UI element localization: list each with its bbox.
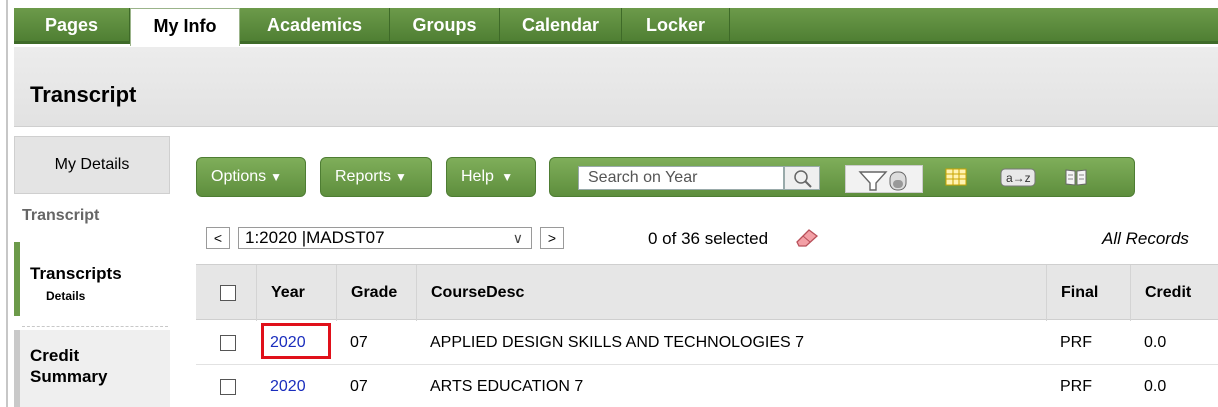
search-icon (794, 170, 812, 188)
tab-groups[interactable]: Groups (390, 8, 500, 44)
options-button[interactable]: Options ▼ (196, 157, 306, 197)
row-checkbox[interactable] (220, 335, 236, 351)
sidebar-divider (22, 326, 168, 327)
help-button[interactable]: Help ▼ (446, 157, 536, 197)
top-navigation: Pages My Info Academics Groups Calendar … (0, 0, 1218, 407)
grade-cell: 07 (350, 378, 368, 395)
sidebar-item-transcripts[interactable]: Transcripts Details (14, 242, 170, 316)
options-label: Options (211, 168, 267, 185)
record-select-value: 1:2020 |MADST07 (245, 228, 385, 247)
column-header-grade[interactable]: Grade (336, 265, 416, 321)
search-button[interactable] (784, 166, 820, 190)
highlight-box (261, 323, 331, 359)
sidebar-item-credit-summary[interactable]: Credit Summary (14, 330, 170, 407)
tab-academics[interactable]: Academics (240, 8, 390, 44)
sidebar-item-label: Credit Summary (30, 346, 108, 386)
previous-record-button[interactable]: < (206, 227, 230, 249)
transcript-table: Year Grade CourseDesc Final Credit 2020 … (196, 264, 1218, 407)
reports-label: Reports (335, 168, 392, 185)
book-icon[interactable] (1063, 165, 1089, 189)
filter-icon (858, 171, 907, 191)
record-select[interactable]: 1:2020 |MADST07 ∨ (238, 227, 532, 249)
eraser-icon[interactable] (791, 227, 821, 247)
page-title: Transcript (30, 82, 137, 107)
sidebar-section-heading: Transcript (22, 207, 100, 224)
select-all-checkbox[interactable] (220, 285, 236, 301)
year-link[interactable]: 2020 (256, 365, 306, 407)
search-input[interactable]: Search on Year (578, 166, 784, 190)
tab-locker[interactable]: Locker (622, 8, 730, 44)
sidebar-item-my-details[interactable]: My Details (14, 136, 170, 194)
tab-my-info[interactable]: My Info (130, 8, 240, 46)
table-row[interactable]: 2020 07 APPLIED DESIGN SKILLS AND TECHNO… (196, 321, 1218, 365)
tab-calendar[interactable]: Calendar (500, 8, 622, 44)
caret-down-icon: ▼ (270, 170, 283, 184)
course-desc-cell: ARTS EDUCATION 7 (430, 378, 584, 395)
selection-count: 0 of 36 selected (648, 229, 769, 248)
grade-cell: 07 (350, 334, 368, 351)
column-header-coursedesc[interactable]: CourseDesc (416, 265, 1046, 321)
credit-cell: 0.0 (1144, 334, 1167, 351)
caret-down-icon: ▼ (395, 170, 407, 184)
column-header-year[interactable]: Year (256, 265, 336, 321)
column-header-final[interactable]: Final (1046, 265, 1130, 321)
column-header-credit[interactable]: Credit (1130, 265, 1218, 321)
help-label: Help (461, 168, 494, 185)
next-record-button[interactable]: > (540, 227, 564, 249)
chevron-down-icon: ∨ (512, 230, 523, 246)
sidebar-item-label: Transcripts (30, 264, 122, 283)
records-filter-label[interactable]: All Records (1102, 229, 1189, 249)
caret-down-icon: ▼ (497, 170, 514, 184)
table-row[interactable]: 2020 07 ARTS EDUCATION 7 PRF 0.0 (196, 365, 1218, 407)
row-checkbox[interactable] (220, 379, 236, 395)
tab-pages[interactable]: Pages (14, 8, 130, 44)
sidebar-subitem-details[interactable]: Details (46, 289, 85, 303)
left-border (6, 0, 8, 407)
credit-cell: 0.0 (1144, 378, 1167, 395)
page-header: Transcript (14, 47, 1218, 127)
final-cell: PRF (1060, 334, 1092, 351)
table-header: Year Grade CourseDesc Final Credit (196, 264, 1218, 321)
svg-text:a→z: a→z (1006, 171, 1031, 185)
filter-button[interactable] (845, 165, 923, 193)
grid-icon[interactable] (944, 165, 968, 189)
course-desc-cell: APPLIED DESIGN SKILLS AND TECHNOLOGIES 7 (430, 334, 805, 351)
sort-az-icon[interactable]: a→z (1000, 165, 1036, 189)
final-cell: PRF (1060, 378, 1092, 395)
reports-button[interactable]: Reports ▼ (320, 157, 432, 197)
